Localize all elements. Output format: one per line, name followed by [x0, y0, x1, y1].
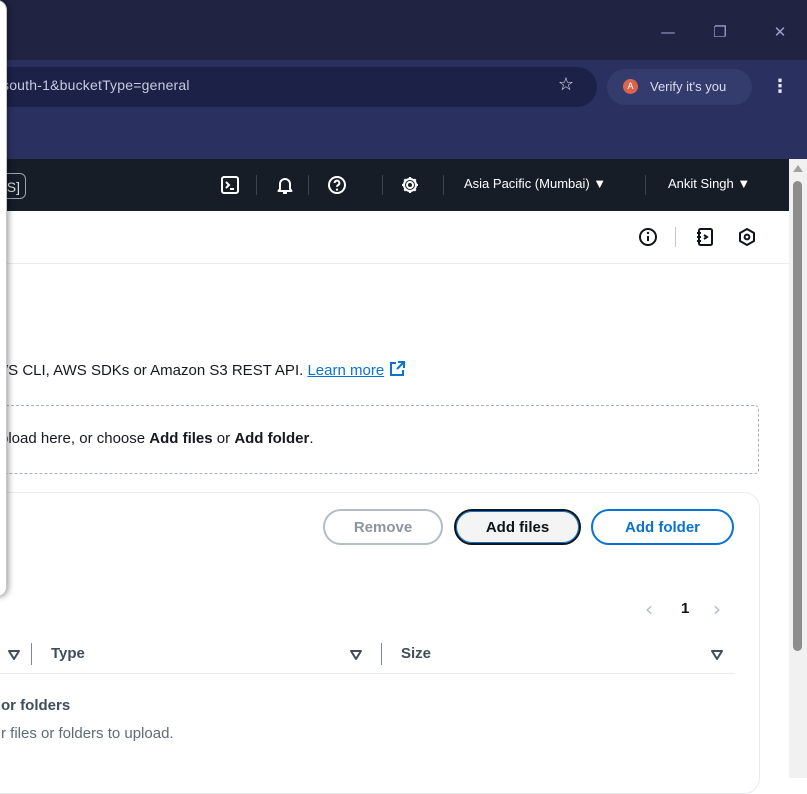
- browser-title-bar: — ❐ ✕: [0, 0, 807, 60]
- minimize-button[interactable]: —: [654, 18, 682, 46]
- verify-identity-button[interactable]: A Verify it's you: [607, 69, 752, 105]
- external-link-icon[interactable]: [388, 360, 406, 382]
- learn-more-link[interactable]: Learn more: [307, 362, 384, 379]
- restore-button[interactable]: ❐: [706, 18, 734, 46]
- drop-zone-text: pload here, or choose Add files or Add f…: [0, 430, 313, 447]
- file-drop-zone[interactable]: pload here, or choose Add files or Add f…: [0, 405, 759, 474]
- notes-icon[interactable]: [693, 225, 717, 249]
- drop-add-folder-label: Add folder: [234, 430, 310, 447]
- sort-type-icon[interactable]: [349, 648, 363, 662]
- sort-name-icon[interactable]: [7, 648, 21, 662]
- add-files-button[interactable]: Add files: [454, 509, 581, 545]
- nav-divider: [256, 175, 257, 195]
- empty-state-description: r files or folders to upload.: [1, 725, 174, 742]
- drop-or-text: or: [212, 430, 235, 447]
- column-divider: [31, 643, 32, 665]
- verify-label: Verify it's you: [650, 79, 727, 94]
- content-toolbar: [0, 211, 789, 264]
- previous-page-icon[interactable]: ‹: [645, 599, 653, 619]
- nav-divider: [443, 175, 444, 195]
- files-folders-panel: Remove Add files Add folder ‹ 1 › Type S…: [0, 492, 760, 794]
- browser-toolbar: south-1&bucketType=general ☆ A Verify it…: [0, 60, 807, 112]
- feedback-icon[interactable]: [735, 225, 759, 249]
- account-menu[interactable]: Ankit Singh ▼: [668, 176, 750, 191]
- sort-size-icon[interactable]: [710, 648, 724, 662]
- nav-divider: [382, 175, 383, 195]
- gear-icon[interactable]: [398, 173, 422, 197]
- nav-divider: [645, 175, 646, 195]
- close-window-button[interactable]: ✕: [766, 18, 794, 46]
- table-header-divider: [0, 673, 735, 674]
- aws-top-nav: S] Asia Pacific (Mumbai) ▼ Ankit Singh ▼: [0, 159, 789, 211]
- next-page-icon[interactable]: ›: [713, 599, 721, 619]
- description-text: WS CLI, AWS SDKs or Amazon S3 REST API.: [0, 362, 304, 379]
- upload-description: WS CLI, AWS SDKs or Amazon S3 REST API. …: [0, 360, 406, 382]
- toolbar-divider: [675, 227, 676, 247]
- current-page-number[interactable]: 1: [681, 599, 689, 619]
- cloudshell-icon[interactable]: [218, 173, 242, 197]
- bookmarks-bar: [0, 112, 807, 159]
- profile-avatar: A: [623, 79, 638, 94]
- column-header-type[interactable]: Type: [51, 645, 85, 662]
- browser-menu-icon[interactable]: ⋮: [770, 76, 790, 98]
- address-bar[interactable]: south-1&bucketType=general ☆: [0, 67, 597, 107]
- overlay-popup-panel[interactable]: [0, 0, 7, 597]
- nav-divider: [308, 175, 309, 195]
- scroll-thumb[interactable]: [793, 181, 802, 651]
- bookmark-star-icon[interactable]: ☆: [554, 73, 578, 97]
- bell-icon[interactable]: [273, 173, 297, 197]
- column-header-size[interactable]: Size: [401, 645, 431, 662]
- scroll-up-arrow-icon[interactable]: [793, 165, 803, 172]
- info-icon[interactable]: [636, 225, 660, 249]
- region-selector[interactable]: Asia Pacific (Mumbai) ▼: [464, 176, 606, 191]
- drop-add-files-label: Add files: [149, 430, 213, 447]
- help-icon[interactable]: [325, 173, 349, 197]
- url-text[interactable]: south-1&bucketType=general: [2, 77, 190, 93]
- add-folder-button[interactable]: Add folder: [591, 509, 734, 545]
- empty-state-title: or folders: [1, 697, 71, 714]
- drop-text-prefix: pload here, or choose: [0, 430, 150, 447]
- drop-end-text: .: [309, 430, 314, 447]
- remove-button[interactable]: Remove: [323, 509, 443, 545]
- column-divider: [381, 643, 382, 665]
- page-scrollbar[interactable]: [789, 159, 807, 778]
